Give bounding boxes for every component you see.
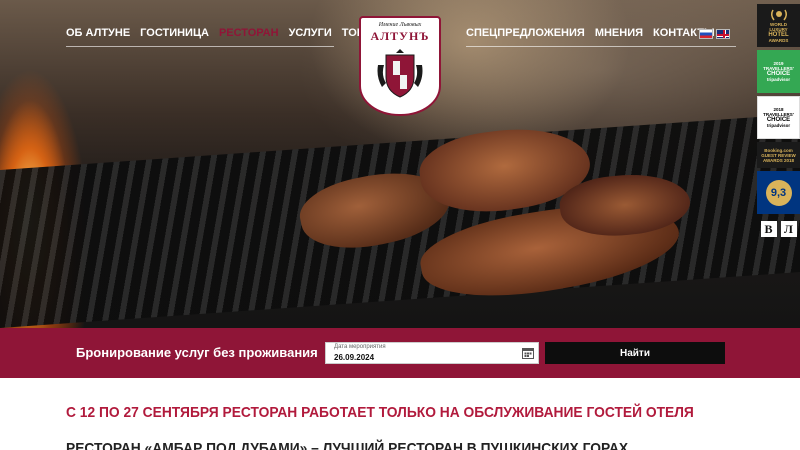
logo-subtitle: Имение Львовых <box>378 22 422 28</box>
award-text: AWARDS 2018 <box>762 157 794 163</box>
russia-flag-icon[interactable] <box>699 29 713 39</box>
nav-link-about[interactable]: ОБ АЛТУНЕ <box>66 27 130 39</box>
vk-icon[interactable]: В <box>760 221 777 237</box>
event-date-caption: Дата мероприятия <box>334 344 386 350</box>
find-button[interactable]: Найти <box>545 342 725 364</box>
awards-sidebar: WORLD LUXURY HOTEL AWARDS 2019 TRAVELLER… <box>757 4 800 237</box>
calendar-icon[interactable] <box>522 347 534 359</box>
booking-guest-review-award-badge[interactable]: Booking.com GUEST REVIEW AWARDS 2018 <box>757 142 800 168</box>
page-heading: РЕСТОРАН «АМБАР ПОД ДУБАМИ» – ЛУЧШИЙ РЕС… <box>66 440 629 450</box>
laurel-icon <box>770 9 787 21</box>
event-date-field[interactable]: Дата мероприятия 26.09.2024 <box>325 342 539 364</box>
main-nav-right: СПЕЦПРЕДЛОЖЕНИЯ МНЕНИЯ КОНТАКТЫ <box>466 27 715 39</box>
nav-link-hotel[interactable]: ГОСТИНИЦА <box>140 27 209 39</box>
booking-label: Бронирование услуг без проживания <box>76 345 318 360</box>
nav-divider <box>66 46 334 47</box>
award-text: tripadvisor <box>766 123 791 128</box>
nav-link-restaurant[interactable]: РЕСТОРАН <box>219 27 279 39</box>
award-text: AWARDS <box>768 38 789 43</box>
nav-divider <box>466 46 736 47</box>
award-text: tripadvisor <box>766 77 791 82</box>
social-links: В Л <box>757 221 800 237</box>
world-luxury-hotel-award-badge[interactable]: WORLD LUXURY HOTEL AWARDS <box>757 4 800 47</box>
booking-score-badge[interactable]: 9,3 <box>757 171 800 214</box>
nav-link-reviews[interactable]: МНЕНИЯ <box>595 27 643 39</box>
logo-name: АЛТУНЪ <box>370 29 430 43</box>
crest-icon <box>377 49 423 98</box>
nav-link-services[interactable]: УСЛУГИ <box>289 27 332 39</box>
language-switcher <box>699 29 730 39</box>
nav-link-special-offers[interactable]: СПЕЦПРЕДЛОЖЕНИЯ <box>466 27 585 39</box>
livejournal-icon[interactable]: Л <box>780 221 797 237</box>
announcement-heading: С 12 ПО 27 СЕНТЯБРЯ РЕСТОРАН РАБОТАЕТ ТО… <box>66 404 694 421</box>
uk-flag-icon[interactable] <box>716 29 730 39</box>
travellers-choice-2018-badge[interactable]: 2018 TRAVELLERS' CHOICE tripadvisor <box>757 96 800 139</box>
booking-score: 9,3 <box>765 179 792 206</box>
site-logo[interactable]: Имение Львовых АЛТУНЪ <box>359 16 441 116</box>
event-date-value: 26.09.2024 <box>334 353 375 362</box>
travellers-choice-2019-badge[interactable]: 2019 TRAVELLERS' CHOICE tripadvisor <box>757 50 800 93</box>
